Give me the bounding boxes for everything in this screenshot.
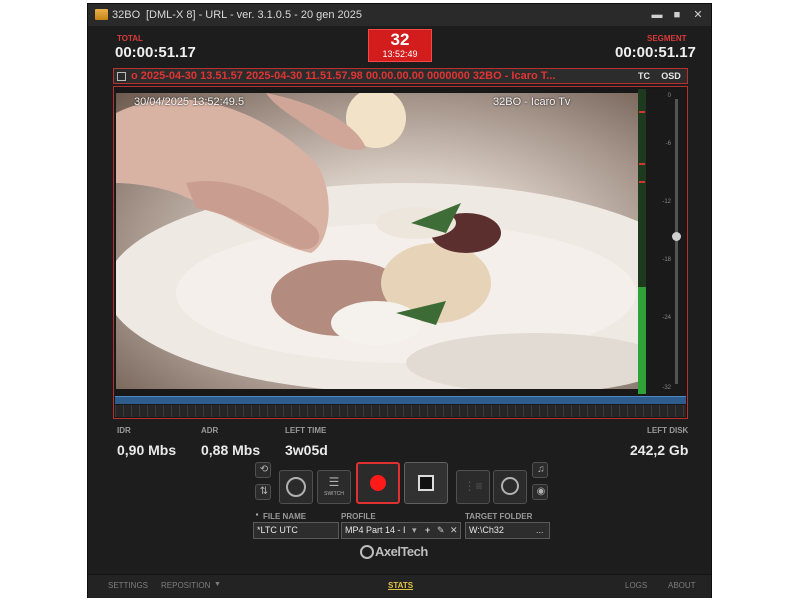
window-title: [DML-X 8] - URL - ver. 3.1.0.5 - 20 gen … (146, 9, 363, 21)
record-button[interactable] (356, 462, 400, 504)
axeltech-logo: AxelTech (360, 544, 444, 564)
switch-button[interactable]: ☰ SWITCH (317, 470, 351, 504)
file-name-label: FILE NAME (263, 512, 307, 521)
video-preview-frame: 30/04/2025 13:52:49.5 32BO - Icaro Tv 0 … (113, 86, 688, 419)
timecode-bar: o 2025-04-30 13.51.57 2025-04-30 11.51.5… (113, 68, 688, 84)
osd-toggle[interactable]: OSD (660, 70, 682, 82)
vu-tick: -24 (662, 315, 671, 321)
tc-toggle[interactable]: TC (635, 70, 653, 82)
vu-tick: -32 (662, 385, 671, 391)
axeltech-logo-icon (360, 545, 374, 559)
vu-tick: -18 (662, 257, 671, 263)
stats-link[interactable]: STATS (388, 581, 413, 590)
scheduler-button[interactable] (493, 470, 527, 504)
left-time-value: 3w05d (285, 442, 328, 458)
vu-scale: 0 -6 -12 -18 -24 -32 (649, 89, 671, 394)
total-label: TOTAL (117, 34, 143, 43)
target-folder-label: TARGET FOLDER (465, 512, 533, 521)
total-value: 00:00:51.17 (115, 44, 196, 61)
add-icon[interactable]: + (425, 523, 430, 538)
file-name-settings-icon[interactable]: ▪ (253, 510, 261, 519)
left-disk-value: 242,2 Gb (630, 442, 689, 458)
about-link[interactable]: ABOUT (668, 581, 696, 590)
reposition-link[interactable]: REPOSITION (161, 581, 210, 590)
sync-icon: ⇅ (259, 486, 269, 497)
timeline-ruler (115, 405, 686, 417)
app-logo-icon (95, 9, 108, 20)
browse-button[interactable]: ... (536, 523, 544, 538)
osd-datetime: 30/04/2025 13:52:49.5 (134, 96, 245, 108)
audio-gain-slider-knob[interactable] (672, 232, 681, 241)
stop-icon (418, 475, 434, 491)
app-name: 32BO (112, 9, 141, 21)
timecode-settings-icon[interactable] (117, 72, 126, 81)
profile-label: PROFILE (341, 512, 376, 521)
sync-button[interactable]: ⇅ (255, 484, 271, 500)
globe-icon (286, 477, 306, 497)
app-window: 32BO [DML-X 8] - URL - ver. 3.1.0.5 - 20… (87, 3, 712, 598)
target-folder-value: W:\Ch32 (469, 525, 504, 535)
adr-label: ADR (201, 426, 219, 435)
segment-value: 00:00:51.17 (615, 44, 696, 61)
timecode-text: o 2025-04-30 13.51.57 2025-04-30 11.51.5… (131, 70, 556, 82)
record-icon (370, 475, 386, 491)
dot-circle-icon: ◉ (536, 486, 546, 497)
headphones-icon: ♫ (537, 464, 545, 475)
segment-label: SEGMENT (647, 34, 687, 43)
vu-peak-marker (639, 111, 645, 113)
video-frame-image (116, 93, 639, 389)
minimize-icon[interactable]: ▬ (648, 7, 666, 23)
audio-gain-slider[interactable] (675, 99, 678, 384)
idr-value: 0,90 Mbs (117, 442, 177, 458)
rewind-icon: ⟲ (259, 464, 269, 475)
maximize-icon[interactable]: ■ (668, 7, 686, 23)
edit-icon[interactable]: ✎ (437, 523, 445, 538)
channel-number: 32 (390, 30, 410, 49)
switch-label: SWITCH (324, 491, 344, 497)
chevron-down-icon[interactable]: ▾ (412, 523, 417, 538)
vu-level-fill (638, 287, 646, 394)
video-preview: 30/04/2025 13:52:49.5 32BO - Icaro Tv (116, 93, 639, 389)
audio-monitor-button[interactable]: ♫ (532, 462, 548, 478)
adr-value: 0,88 Mbs (201, 442, 261, 458)
close-icon[interactable]: ✕ (689, 7, 707, 23)
split-button[interactable]: ⋮≡ (456, 470, 490, 504)
idr-label: IDR (117, 426, 131, 435)
osd-channel-name: 32BO - Icaro Tv (493, 96, 571, 108)
vu-tick: -12 (662, 199, 671, 205)
vu-peak-marker (639, 163, 645, 165)
rewind-button[interactable]: ⟲ (255, 462, 271, 478)
delete-icon[interactable]: ✕ (450, 523, 458, 538)
vu-peak-marker (639, 181, 645, 183)
logs-link[interactable]: LOGS (625, 581, 647, 590)
stop-button[interactable] (404, 462, 448, 504)
vu-tick: -6 (665, 141, 671, 147)
left-disk-label: LEFT DISK (647, 426, 689, 435)
switch-icon: ☰ (328, 475, 340, 489)
timeline-bar[interactable] (115, 396, 686, 404)
profile-select[interactable]: MP4 Part 14 - I ▾ + ✎ ✕ (341, 522, 461, 539)
settings-link[interactable]: SETTINGS (108, 581, 148, 590)
channel-indicator: 32 13:52:49 (368, 29, 432, 62)
vu-bar (638, 89, 646, 394)
footer-bar: SETTINGS REPOSITION ▼ STATS LOGS ABOUT (88, 574, 711, 598)
profile-value: MP4 Part 14 - I (345, 525, 406, 535)
web-stream-button[interactable] (279, 470, 313, 504)
brand-name: AxelTech (375, 544, 428, 559)
target-folder-field[interactable]: W:\Ch32 ... (465, 522, 550, 539)
preview-toggle-button[interactable]: ◉ (532, 484, 548, 500)
audio-vu-meter: 0 -6 -12 -18 -24 -32 (638, 89, 684, 397)
split-icon: ⋮≡ (463, 479, 483, 493)
left-time-label: LEFT TIME (285, 426, 327, 435)
title-bar: 32BO [DML-X 8] - URL - ver. 3.1.0.5 - 20… (88, 4, 711, 26)
vu-tick: 0 (667, 93, 671, 99)
reposition-chevron-icon[interactable]: ▼ (214, 581, 221, 588)
alarm-clock-icon (501, 477, 519, 495)
channel-clock: 13:52:49 (382, 49, 418, 59)
file-name-field[interactable]: *LTC UTC (253, 522, 339, 539)
